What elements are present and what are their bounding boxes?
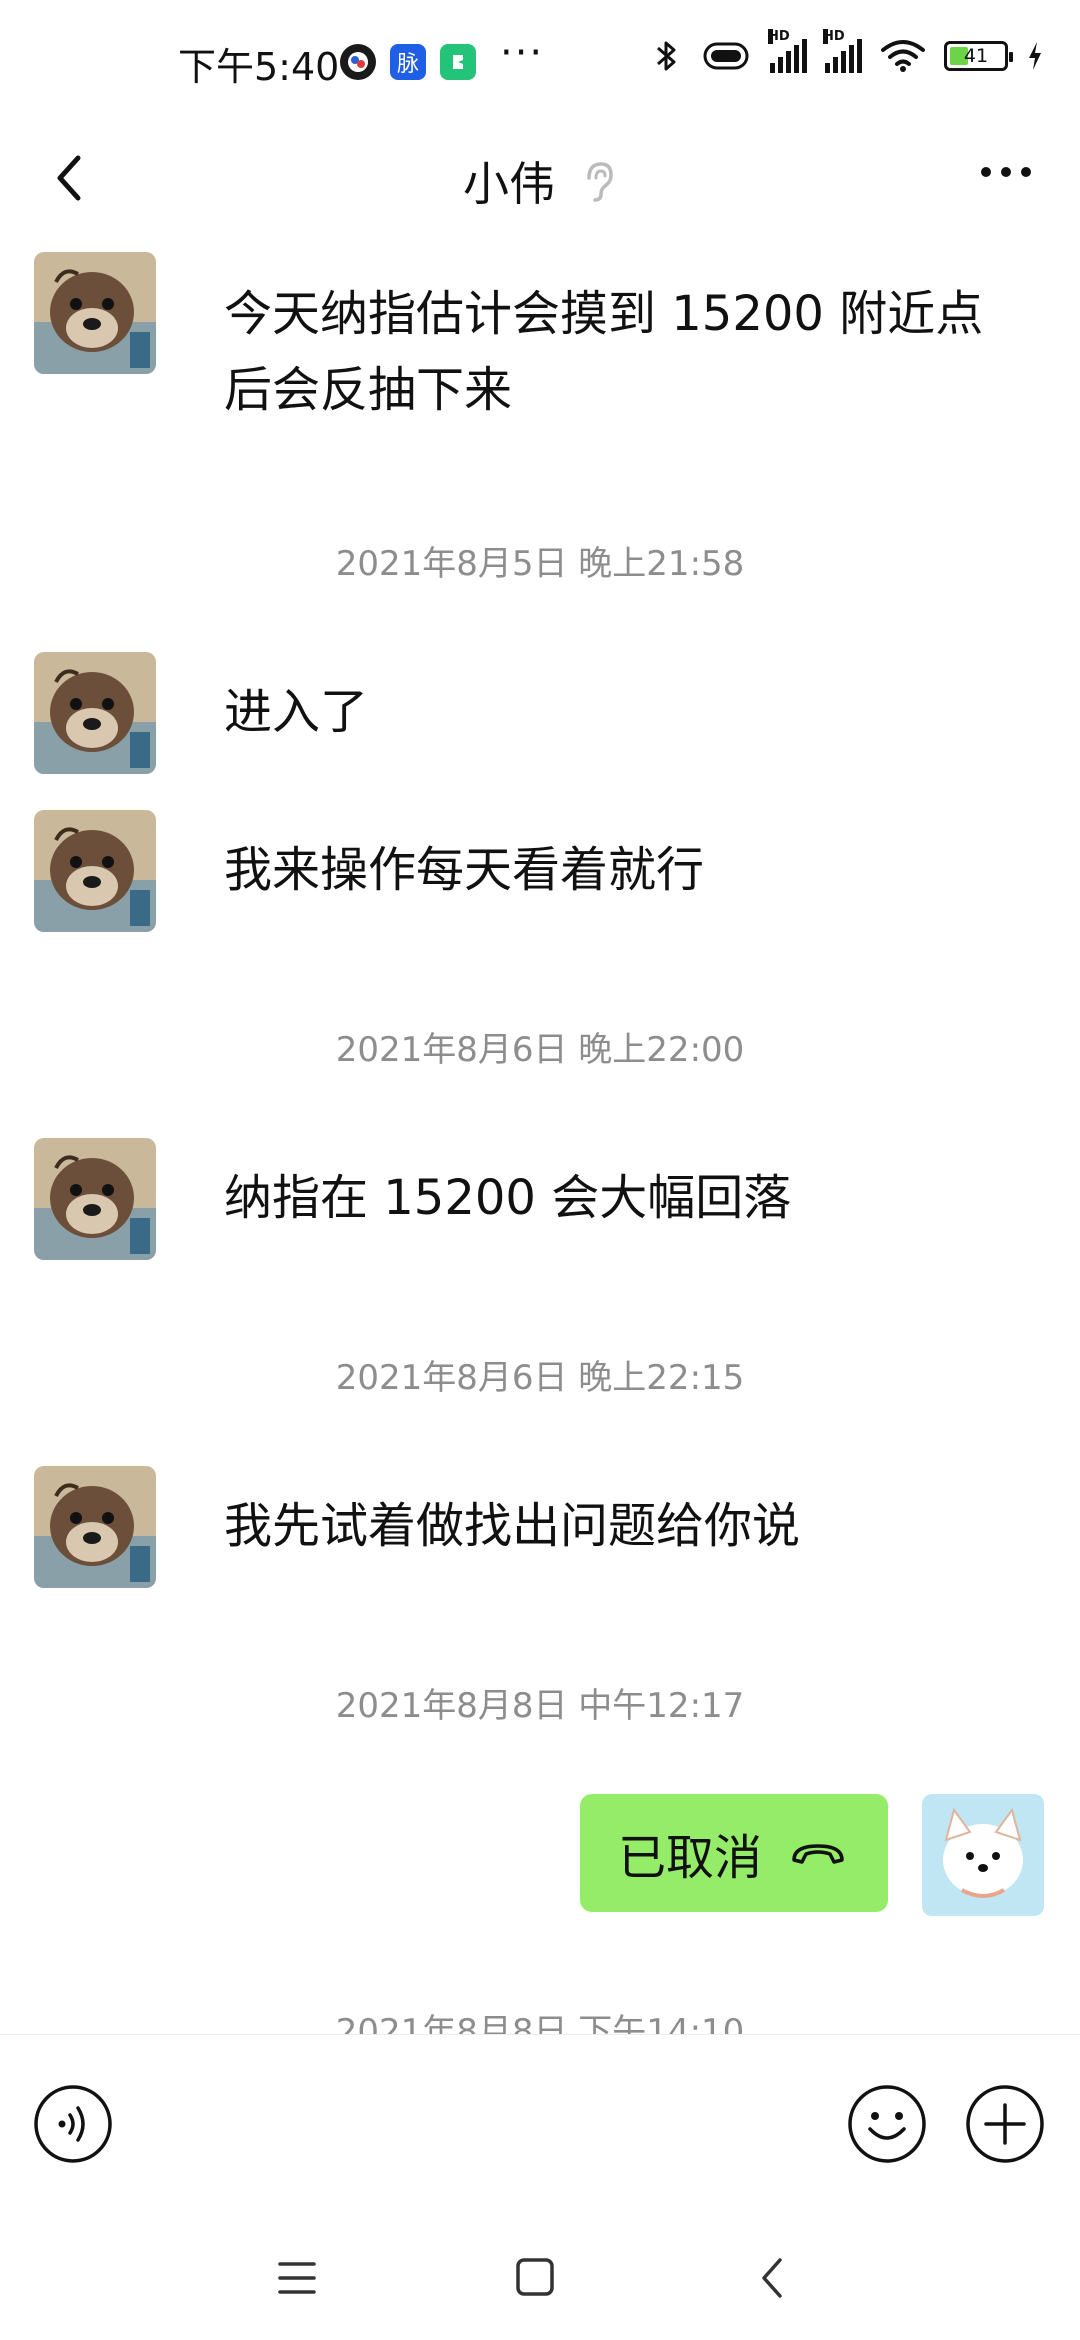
wifi-icon: [881, 40, 925, 72]
my-avatar[interactable]: [922, 1794, 1044, 1916]
contact-avatar[interactable]: [34, 252, 156, 374]
phone-hangup-icon: [792, 1844, 844, 1864]
emoji-icon[interactable]: [846, 2083, 928, 2165]
bluetooth-icon: [657, 41, 676, 71]
home-icon[interactable]: [514, 2256, 556, 2298]
status-bar: 下午5:40 脉 ··· HD HD 41: [0, 0, 1080, 120]
input-bar: [0, 2034, 1080, 2214]
app-icon-3: [440, 44, 476, 80]
contact-avatar[interactable]: [34, 810, 156, 932]
charging-icon: [1029, 42, 1041, 70]
status-app-icons: 脉: [340, 44, 476, 80]
call-cancelled-bubble[interactable]: 已取消: [580, 1794, 888, 1912]
timestamp: 2021年8月6日 晚上22:00: [335, 1030, 745, 1070]
status-right: HD HD 41: [652, 29, 1044, 74]
app-icon-3-glyph: [453, 55, 463, 69]
message-text: 今天纳指估计会摸到 15200 附近点后会反抽下来: [224, 286, 984, 418]
timestamp: 2021年8月8日 中午12:17: [335, 1686, 745, 1726]
chat-header: 小伟: [0, 120, 1080, 240]
battery-icon: 41: [944, 41, 1013, 71]
signal-hd-label-2: HD: [823, 29, 845, 44]
timestamp: 2021年8月5日 晚上21:58: [335, 544, 745, 584]
system-nav-bar: [0, 2214, 1080, 2340]
signal-hd-label-1: HD: [768, 29, 790, 44]
message-text: 我先试着做找出问题给你说: [224, 1498, 801, 1554]
chat-title[interactable]: 小伟: [463, 148, 555, 214]
app-icon-1: [340, 44, 376, 80]
ear-icon: [587, 162, 613, 202]
contact-avatar[interactable]: [34, 652, 156, 774]
message-text: 纳指在 15200 会大幅回落: [224, 1170, 792, 1226]
status-time: 下午5:40: [178, 45, 340, 89]
title-wrap: 小伟: [0, 148, 1080, 214]
timestamp: 2021年8月6日 晚上22:15: [335, 1358, 745, 1398]
signal-icon-1: HD: [768, 29, 807, 73]
message-text: 进入了: [224, 684, 369, 740]
call-status-text: 已取消: [618, 1830, 763, 1886]
message-text: 我来操作每天看着就行: [224, 842, 705, 898]
more-icon[interactable]: [976, 160, 1036, 184]
battery-level: 41: [963, 45, 989, 67]
contact-avatar[interactable]: [34, 1466, 156, 1588]
vibrate-icon: [703, 42, 749, 70]
voice-icon[interactable]: [32, 2083, 114, 2165]
signal-icon-2: HD: [823, 29, 862, 73]
back-icon[interactable]: [756, 2254, 786, 2302]
plus-icon[interactable]: [964, 2083, 1046, 2165]
app-icon-1-glyph: [348, 52, 368, 72]
app-icon-mai: 脉: [390, 44, 426, 80]
contact-avatar[interactable]: [34, 1138, 156, 1260]
menu-icon[interactable]: [276, 2258, 318, 2298]
status-more-dots: ···: [500, 30, 545, 76]
